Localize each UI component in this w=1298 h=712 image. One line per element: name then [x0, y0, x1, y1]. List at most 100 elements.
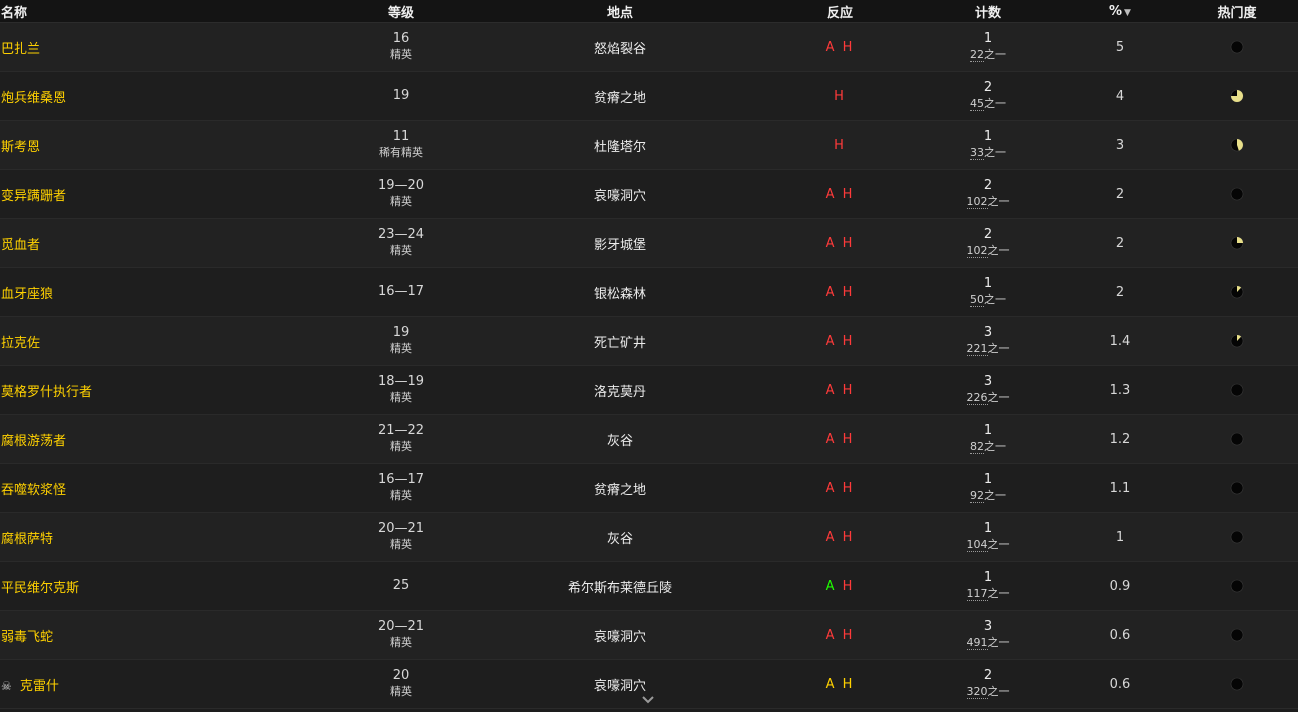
cell-percent: 3: [1115, 137, 1125, 153]
cell-location: 怒焰裂谷: [502, 38, 738, 57]
level-value: 19: [392, 325, 410, 340]
total-value: 45: [970, 97, 984, 111]
header-count[interactable]: 计数: [942, 2, 1034, 21]
cell-location: 死亡矿井: [502, 332, 738, 351]
table-row[interactable]: 弱毒飞蛇 20—21 精英 哀嚎洞穴 A H 3 491之一 0.6: [0, 611, 1298, 660]
table-row[interactable]: 腐根游荡者 21—22 精英 灰谷 A H 1 82之一 1.2: [0, 415, 1298, 464]
cell-name: 斯考恩: [0, 136, 300, 155]
npc-name-link[interactable]: 血牙座狼: [1, 287, 53, 302]
table-row[interactable]: 血牙座狼 16—17 银松森林 A H 1 50之一 2: [0, 268, 1298, 317]
npc-name-link[interactable]: 平民维尔克斯: [1, 581, 79, 596]
reaction-a: A: [825, 480, 837, 496]
npc-name-link[interactable]: 斯考恩: [1, 140, 40, 155]
location-link[interactable]: 哀嚎洞穴: [594, 189, 646, 204]
location-link[interactable]: 影牙城堡: [594, 238, 646, 253]
popularity-pie-icon: [1206, 383, 1268, 397]
popularity-pie-icon: [1206, 677, 1268, 691]
reaction-h: H: [842, 39, 855, 55]
npc-name-link[interactable]: 克雷什: [20, 679, 59, 694]
cell-percent: 1.1: [1109, 480, 1131, 496]
cell-level: 20—21 精英: [300, 619, 502, 651]
location-link[interactable]: 死亡矿井: [594, 336, 646, 351]
npc-name-link[interactable]: 觅血者: [1, 238, 40, 253]
cell-percent: 1.3: [1109, 382, 1131, 398]
count-total: 102之一: [966, 194, 1010, 210]
location-link[interactable]: 希尔斯布莱德丘陵: [568, 581, 672, 596]
cell-reaction: A H: [738, 677, 942, 692]
count-value: 1: [983, 129, 993, 144]
table-row[interactable]: 莫格罗什执行者 18—19 精英 洛克莫丹 A H 3 226之一 1.3: [0, 366, 1298, 415]
level-value: 23—24: [377, 227, 425, 242]
table-row[interactable]: 变异蹒跚者 19—20 精英 哀嚎洞穴 A H 2 102之一 2: [0, 170, 1298, 219]
count-value: 3: [983, 374, 993, 389]
header-popularity[interactable]: 热门度: [1206, 2, 1268, 21]
cell-count: 3 221之一: [942, 325, 1034, 357]
npc-name-link[interactable]: 吞噬软浆怪: [1, 483, 66, 498]
location-link[interactable]: 哀嚎洞穴: [594, 679, 646, 694]
count-value: 1: [983, 423, 993, 438]
location-link[interactable]: 银松森林: [594, 287, 646, 302]
total-value: 117: [966, 587, 988, 601]
total-value: 33: [970, 146, 984, 160]
reaction-a: A: [825, 676, 837, 692]
header-reaction[interactable]: 反应: [738, 2, 942, 21]
location-link[interactable]: 杜隆塔尔: [594, 140, 646, 155]
table-row[interactable]: 平民维尔克斯 25 希尔斯布莱德丘陵 A H 1 117之一 0.9: [0, 562, 1298, 611]
count-total: 92之一: [970, 488, 1006, 504]
popularity-pie-icon: [1206, 334, 1268, 348]
chevron-down-icon[interactable]: [641, 694, 655, 704]
npc-name-link[interactable]: 拉克佐: [1, 336, 40, 351]
of-suffix: 之一: [987, 244, 1010, 257]
npc-name-link[interactable]: 变异蹒跚者: [1, 189, 66, 204]
table-row[interactable]: 拉克佐 19 精英 死亡矿井 A H 3 221之一 1.4: [0, 317, 1298, 366]
table-row[interactable]: 斯考恩 11 稀有精英 杜隆塔尔 H 1 33之一 3: [0, 121, 1298, 170]
location-link[interactable]: 灰谷: [607, 532, 633, 547]
of-suffix: 之一: [987, 538, 1010, 551]
table-row[interactable]: 觅血者 23—24 精英 影牙城堡 A H 2 102之一 2: [0, 219, 1298, 268]
header-percent[interactable]: % ▼: [1034, 4, 1206, 19]
table-row[interactable]: 巴扎兰 16 精英 怒焰裂谷 A H 1 22之一 5: [0, 23, 1298, 72]
location-link[interactable]: 哀嚎洞穴: [594, 630, 646, 645]
reaction-a: A: [825, 627, 837, 643]
count-total: 33之一: [970, 145, 1006, 161]
of-suffix: 之一: [987, 685, 1010, 698]
of-suffix: 之一: [984, 146, 1006, 159]
location-link[interactable]: 贫瘠之地: [594, 91, 646, 106]
reaction-h: H: [842, 186, 855, 202]
location-link[interactable]: 洛克莫丹: [594, 385, 646, 400]
level-value: 20—21: [377, 521, 425, 536]
location-link[interactable]: 贫瘠之地: [594, 483, 646, 498]
count-total: 50之一: [970, 292, 1006, 308]
cell-reaction: A H: [738, 236, 942, 251]
table-row[interactable]: 炮兵维桑恩 19 贫瘠之地 H 2 45之一 4: [0, 72, 1298, 121]
location-link[interactable]: 怒焰裂谷: [594, 42, 646, 57]
npc-name-link[interactable]: 腐根萨特: [1, 532, 53, 547]
classification: 精英: [390, 440, 412, 453]
reaction-h: H: [834, 137, 846, 153]
cell-name: ☠ 克雷什: [0, 675, 300, 694]
header-location[interactable]: 地点: [502, 2, 738, 21]
reaction-h: H: [842, 627, 855, 643]
total-value: 102: [966, 244, 988, 258]
location-link[interactable]: 灰谷: [607, 434, 633, 449]
npc-name-link[interactable]: 巴扎兰: [1, 42, 40, 57]
header-level[interactable]: 等级: [300, 2, 502, 21]
cell-level: 19 精英: [300, 325, 502, 357]
cell-location: 杜隆塔尔: [502, 136, 738, 155]
table-row[interactable]: 吞噬软浆怪 16—17 精英 贫瘠之地 A H 1 92之一 1.1: [0, 464, 1298, 513]
table-row[interactable]: 腐根萨特 20—21 精英 灰谷 A H 1 104之一 1: [0, 513, 1298, 562]
count-value: 3: [983, 325, 993, 340]
reaction-h: H: [842, 480, 855, 496]
npc-name-link[interactable]: 莫格罗什执行者: [1, 385, 92, 400]
cell-count: 2 102之一: [942, 227, 1034, 259]
header-name[interactable]: 名称: [0, 2, 300, 21]
of-suffix: 之一: [987, 636, 1010, 649]
npc-name-link[interactable]: 弱毒飞蛇: [1, 630, 53, 645]
reaction-a: A: [825, 333, 837, 349]
popularity-pie-icon: [1206, 285, 1268, 299]
npc-name-link[interactable]: 炮兵维桑恩: [1, 91, 66, 106]
total-value: 221: [966, 342, 988, 356]
count-total: 117之一: [966, 586, 1010, 602]
npc-name-link[interactable]: 腐根游荡者: [1, 434, 66, 449]
level-value: 18—19: [377, 374, 425, 389]
